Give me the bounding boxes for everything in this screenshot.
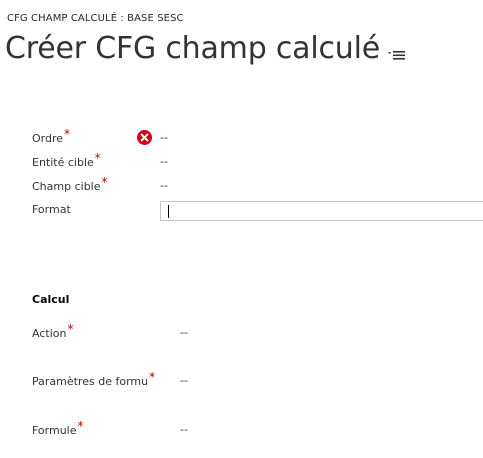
field-value-formule[interactable]: -- bbox=[180, 423, 188, 436]
field-value-action[interactable]: -- bbox=[180, 326, 188, 339]
section-title-calcul: Calcul bbox=[32, 293, 70, 306]
field-row-format: Format bbox=[32, 201, 483, 221]
page-title: Créer CFG champ calculé bbox=[5, 31, 380, 66]
form-page: CFG CHAMP CALCULÉ : BASE SESC Créer CFG … bbox=[0, 0, 483, 458]
menu-lines-icon[interactable] bbox=[388, 48, 405, 60]
required-asterisk: * bbox=[149, 370, 156, 384]
field-label-format: Format bbox=[32, 203, 71, 216]
field-row-entite-cible: Entité cible* -- bbox=[32, 151, 483, 173]
field-row-parametres: Paramètres de formu* -- bbox=[32, 370, 483, 392]
required-asterisk: * bbox=[67, 322, 74, 336]
field-row-ordre: Ordre* -- bbox=[32, 127, 483, 149]
required-asterisk: * bbox=[77, 419, 84, 433]
field-value-ordre[interactable]: -- bbox=[160, 131, 168, 144]
field-label-parametres: Paramètres de formu* bbox=[32, 370, 156, 388]
text-caret bbox=[168, 205, 169, 218]
field-label-formule: Formule* bbox=[32, 419, 84, 437]
field-value-champ-cible[interactable]: -- bbox=[160, 179, 168, 192]
field-row-formule: Formule* -- bbox=[32, 419, 483, 441]
title-row: Créer CFG champ calculé bbox=[5, 29, 405, 69]
required-asterisk: * bbox=[94, 151, 101, 165]
field-row-champ-cible: Champ cible* -- bbox=[32, 175, 483, 197]
field-label-entite-cible: Entité cible* bbox=[32, 151, 101, 169]
breadcrumb: CFG CHAMP CALCULÉ : BASE SESC bbox=[7, 13, 184, 24]
field-value-parametres[interactable]: -- bbox=[180, 374, 188, 387]
required-asterisk: * bbox=[101, 175, 108, 189]
format-input[interactable] bbox=[160, 201, 483, 221]
field-label-ordre: Ordre* bbox=[32, 127, 71, 145]
field-row-action: Action* -- bbox=[32, 322, 483, 344]
field-value-entite-cible[interactable]: -- bbox=[160, 155, 168, 168]
field-label-champ-cible: Champ cible* bbox=[32, 175, 108, 193]
field-label-action: Action* bbox=[32, 322, 74, 340]
required-asterisk: * bbox=[64, 127, 71, 141]
error-x-icon bbox=[137, 130, 152, 145]
